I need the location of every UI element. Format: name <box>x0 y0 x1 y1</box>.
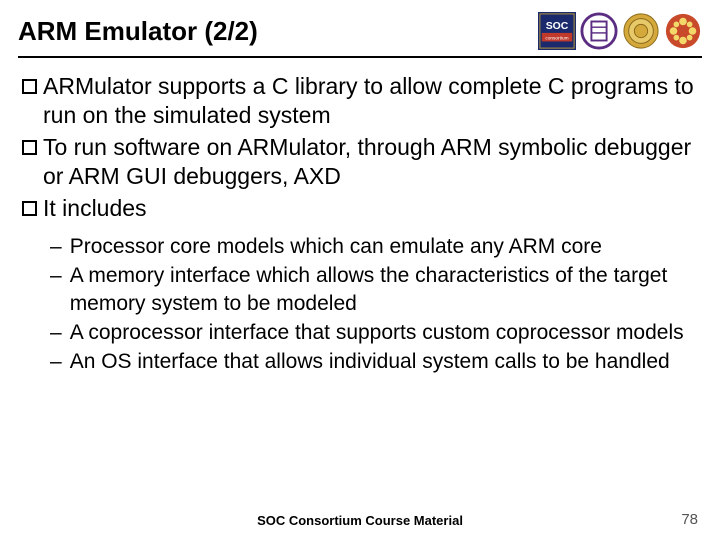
flower-seal-logo <box>664 12 702 50</box>
sub-bullet-text: An OS interface that allows individual s… <box>70 348 670 375</box>
square-bullet-icon <box>22 201 37 216</box>
dash-bullet-icon: – <box>50 319 62 346</box>
bullet-text: To run software on ARMulator, through AR… <box>43 133 698 192</box>
list-item: – A memory interface which allows the ch… <box>50 262 698 317</box>
sub-bullet-text: A coprocessor interface that supports cu… <box>70 319 684 346</box>
bullet-text: It includes <box>43 194 698 223</box>
main-bullet-list: ARMulator supports a C library to allow … <box>22 72 698 223</box>
list-item: – A coprocessor interface that supports … <box>50 319 698 346</box>
list-item: To run software on ARMulator, through AR… <box>22 133 698 192</box>
list-item: – An OS interface that allows individual… <box>50 348 698 375</box>
list-item: – Processor core models which can emulat… <box>50 233 698 260</box>
sub-bullet-text: A memory interface which allows the char… <box>70 262 698 317</box>
dash-bullet-icon: – <box>50 348 62 375</box>
list-item: It includes <box>22 194 698 223</box>
logo-row: SOC consortium <box>538 12 702 50</box>
list-item: ARMulator supports a C library to allow … <box>22 72 698 131</box>
sub-bullet-text: Processor core models which can emulate … <box>70 233 602 260</box>
dash-bullet-icon: – <box>50 233 62 260</box>
purple-seal-logo <box>580 12 618 50</box>
footer-text: SOC Consortium Course Material <box>0 513 720 528</box>
svg-text:consortium: consortium <box>545 36 568 42</box>
sub-bullet-list: – Processor core models which can emulat… <box>50 233 698 375</box>
square-bullet-icon <box>22 79 37 94</box>
slide-content: ARMulator supports a C library to allow … <box>0 58 720 376</box>
dash-bullet-icon: – <box>50 262 62 289</box>
slide-title: ARM Emulator (2/2) <box>18 16 258 47</box>
soc-logo: SOC consortium <box>538 12 576 50</box>
page-number: 78 <box>681 511 698 528</box>
square-bullet-icon <box>22 140 37 155</box>
gold-seal-logo <box>622 12 660 50</box>
bullet-text: ARMulator supports a C library to allow … <box>43 72 698 131</box>
svg-text:SOC: SOC <box>546 21 569 32</box>
